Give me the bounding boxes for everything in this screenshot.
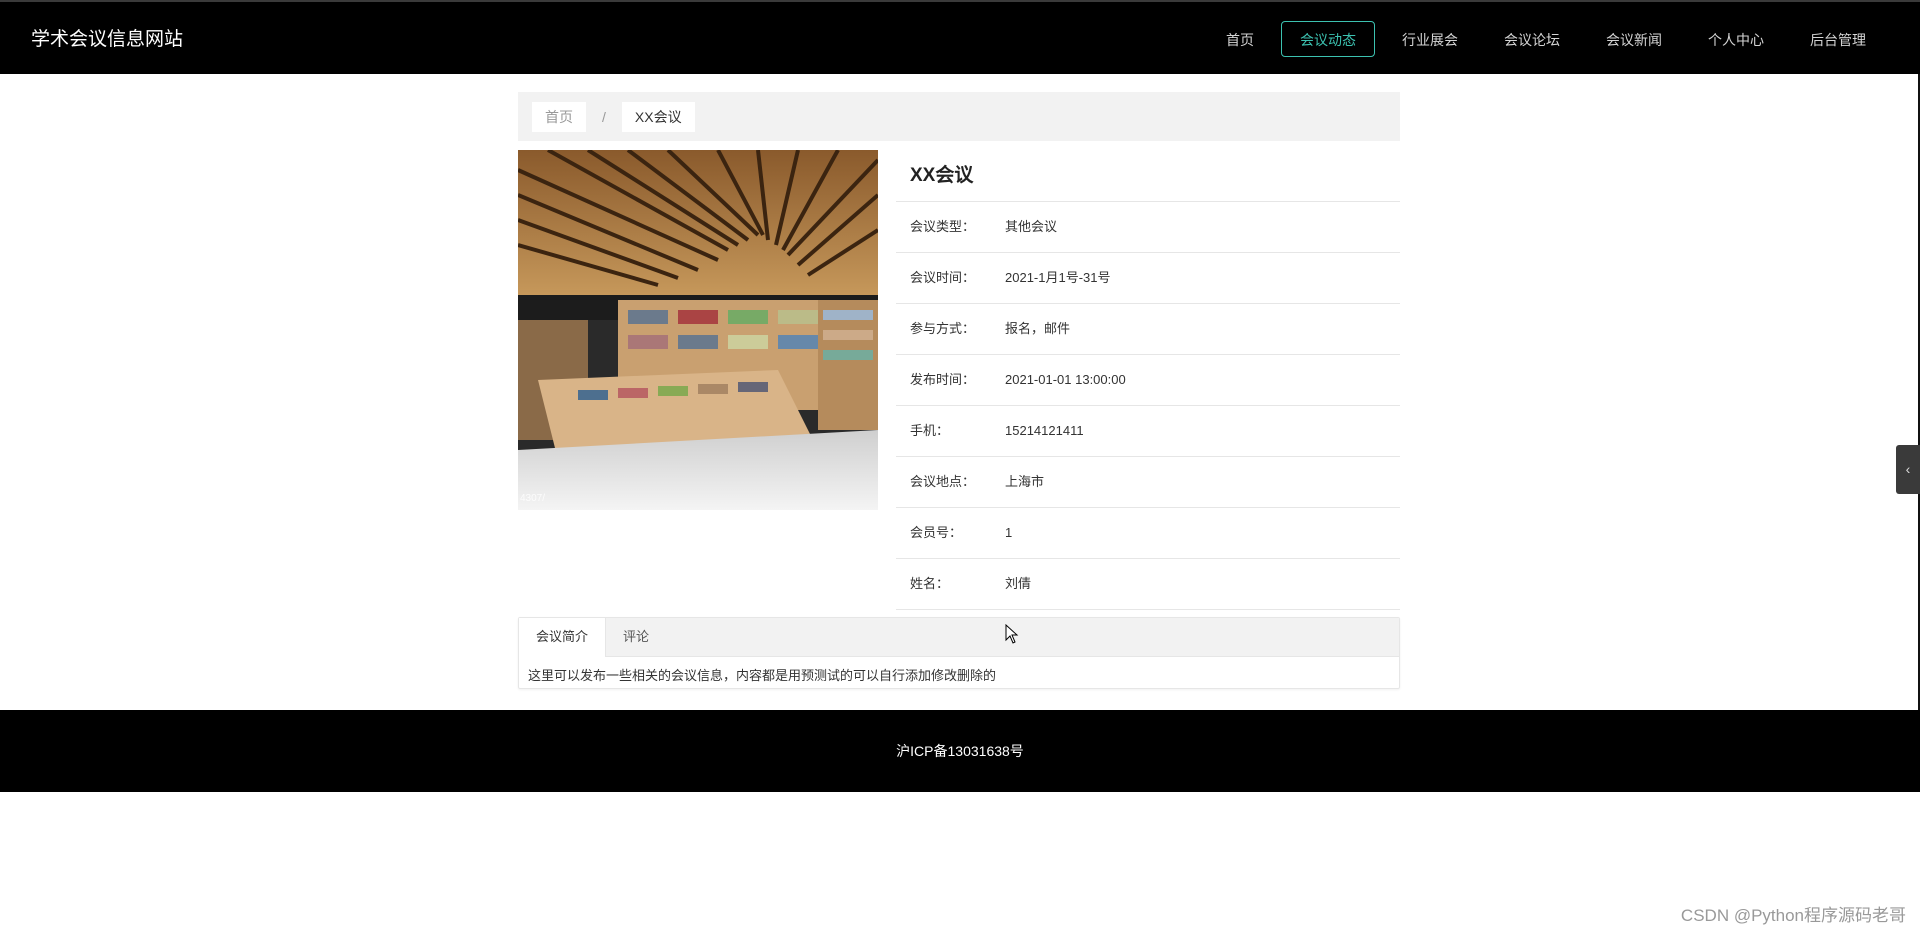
nav-item-conference-news[interactable]: 会议动态 [1281,21,1375,57]
nav-item-news[interactable]: 会议新闻 [1587,21,1681,57]
detail-value: 刘倩 [1005,576,1032,591]
side-panel-toggle[interactable]: ‹ [1896,445,1920,494]
detail-value: 上海市 [1005,474,1045,489]
detail-value: 报名，邮件 [1005,321,1071,336]
photo-caption: 4307/ [520,493,546,504]
watermark: CSDN @Python程序源码老哥 [1680,906,1906,925]
detail-label: 手机： [910,423,950,438]
content-tabs: 会议简介 评论 这里可以发布一些相关的会议信息，内容都是用预测试的可以自行添加修… [518,617,1400,689]
detail-value: 2021-01-01 13:00:00 [1005,372,1126,387]
tab-header: 会议简介 评论 [519,618,1399,657]
nav-item-home[interactable]: 首页 [1207,21,1273,57]
conference-photo: 4307/ [518,150,878,510]
site-title[interactable]: 学术会议信息网站 [31,24,183,51]
icp-license[interactable]: 沪ICP备13031638号 [896,743,1024,759]
detail-label: 会议时间： [910,270,976,285]
top-navbar: 学术会议信息网站 首页 会议动态 行业展会 会议论坛 会议新闻 个人中心 后台管… [0,0,1920,74]
conference-title: XX会议 [896,150,1400,202]
detail-row-location: 会议地点： 上海市 [896,457,1400,508]
detail-row-name: 姓名： 刘倩 [896,559,1400,610]
nav-item-forum[interactable]: 会议论坛 [1485,21,1579,57]
bookstore-image [518,150,878,510]
nav-item-profile[interactable]: 个人中心 [1689,21,1783,57]
main-nav: 首页 会议动态 行业展会 会议论坛 会议新闻 个人中心 后台管理 [1199,21,1885,57]
breadcrumb-separator: / [602,108,606,125]
detail-label: 会议类型： [910,219,976,234]
breadcrumb-current: XX会议 [621,101,695,132]
breadcrumb: 首页 / XX会议 [518,92,1400,141]
detail-label: 会议地点： [910,474,976,489]
detail-value: 2021-1月1号-31号 [1005,270,1111,285]
mouse-cursor-icon [1005,624,1019,644]
nav-item-exhibitions[interactable]: 行业展会 [1383,21,1477,57]
conference-details: XX会议 会议类型： 其他会议 会议时间： 2021-1月1号-31号 参与方式… [896,150,1400,610]
tab-introduction[interactable]: 会议简介 [519,618,607,657]
detail-row-time: 会议时间： 2021-1月1号-31号 [896,253,1400,304]
detail-row-member-id: 会员号： 1 [896,508,1400,559]
detail-label: 姓名： [910,576,950,591]
detail-value: 1 [1005,525,1013,540]
detail-label: 发布时间： [910,372,976,387]
nav-item-admin[interactable]: 后台管理 [1791,21,1885,57]
detail-label: 会员号： [910,525,963,540]
chevron-left-icon: ‹ [1905,461,1911,477]
detail-label: 参与方式： [910,321,976,336]
breadcrumb-home[interactable]: 首页 [532,101,586,132]
detail-value: 15214121411 [1005,423,1084,438]
detail-value: 其他会议 [1005,219,1058,234]
detail-row-phone: 手机： 15214121411 [896,406,1400,457]
detail-row-participation: 参与方式： 报名，邮件 [896,304,1400,355]
detail-row-published: 发布时间： 2021-01-01 13:00:00 [896,355,1400,406]
footer: 沪ICP备13031638号 [0,710,1920,792]
tab-comments[interactable]: 评论 [606,618,666,656]
tab-content: 这里可以发布一些相关的会议信息，内容都是用预测试的可以自行添加修改删除的 [528,668,997,683]
detail-row-type: 会议类型： 其他会议 [896,202,1400,253]
